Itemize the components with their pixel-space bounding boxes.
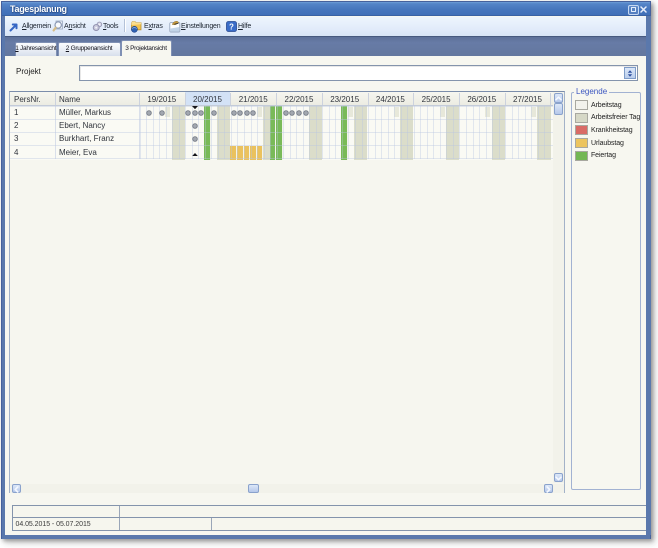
svg-text:?: ? — [229, 22, 234, 31]
